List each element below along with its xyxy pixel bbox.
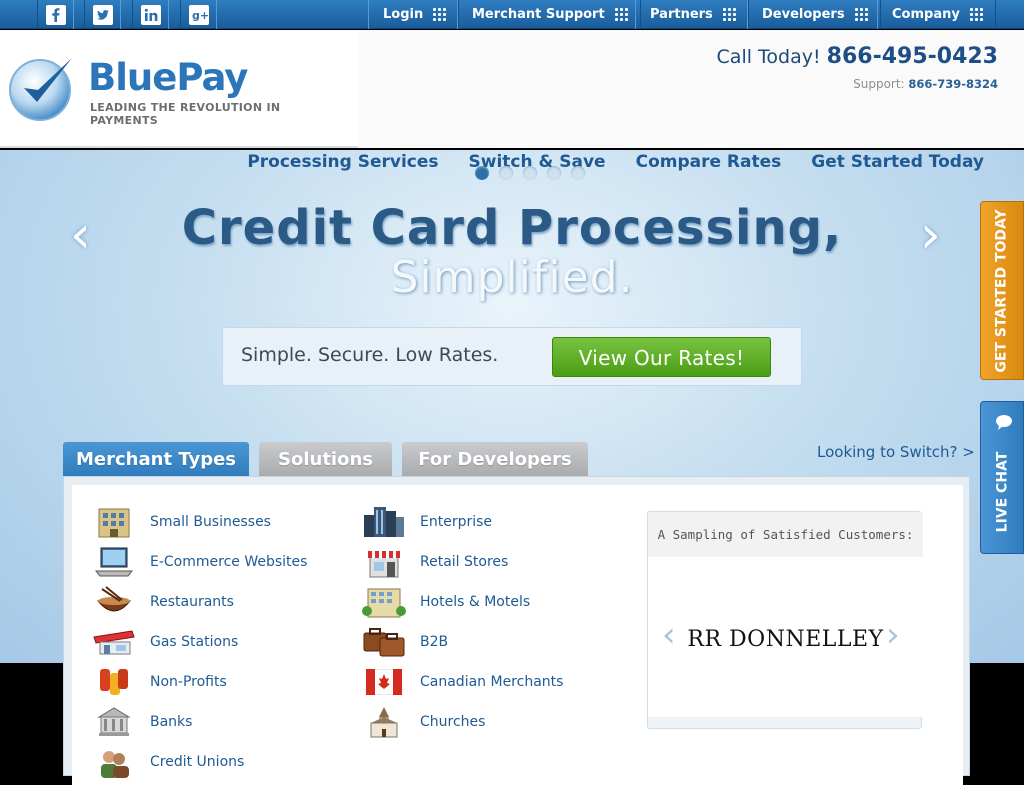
- call-label: Call Today!: [716, 46, 821, 68]
- customer-logo[interactable]: RR DONNELLEY: [648, 627, 923, 652]
- merchant-small-businesses[interactable]: Small Businesses: [92, 502, 271, 542]
- merchant-banks[interactable]: Banks: [92, 702, 192, 742]
- merchant-label: Banks: [150, 714, 193, 730]
- nav-company-label: Company: [892, 7, 960, 22]
- slider-dot[interactable]: [571, 166, 585, 180]
- merchant-churches[interactable]: Churches: [362, 702, 485, 742]
- call-number[interactable]: 866-495-0423: [827, 44, 998, 69]
- hotel-icon: [362, 584, 406, 620]
- hero-title: Credit Card Processing,: [181, 200, 843, 256]
- call-today: Call Today! 866-495-0423: [717, 44, 998, 69]
- nav-merchant-support-label: Merchant Support: [472, 7, 605, 22]
- get-started-side-label: GET STARTED TODAY: [994, 208, 1011, 373]
- skyscraper-icon: [362, 504, 406, 540]
- grid-dots-icon: [722, 8, 736, 21]
- linkedin-icon[interactable]: [132, 0, 169, 29]
- hero-nav-processing[interactable]: Processing Services: [247, 152, 438, 172]
- slider-dots: [475, 166, 585, 180]
- live-chat-side-label: LIVE CHAT: [994, 451, 1011, 532]
- church-icon: [362, 704, 406, 740]
- top-bar: g+ Login Merchant Support Partners Devel…: [0, 0, 1024, 29]
- merchant-label: Small Businesses: [150, 514, 271, 530]
- bluepay-logo[interactable]: BluePay LEADING THE REVOLUTION IN PAYMEN…: [8, 52, 338, 127]
- hero-nav-get-started[interactable]: Get Started Today: [811, 152, 984, 172]
- grid-dots-icon: [969, 8, 983, 21]
- merchant-enterprise[interactable]: Enterprise: [362, 502, 492, 542]
- customers-carousel: ‹ RR DONNELLEY ›: [648, 557, 923, 717]
- merchant-restaurants[interactable]: Restaurants: [92, 582, 234, 622]
- bowl-icon: [92, 584, 136, 620]
- nav-login-label: Login: [383, 7, 424, 22]
- support-label: Support:: [853, 77, 905, 91]
- carousel-next-icon[interactable]: ›: [886, 615, 900, 655]
- people-icon: [92, 744, 136, 780]
- briefcase-icon: [362, 624, 406, 660]
- merchant-non-profits[interactable]: Non-Profits: [92, 662, 227, 702]
- slider-dot[interactable]: [499, 166, 513, 180]
- slider-dot[interactable]: [475, 166, 489, 180]
- svg-text:g+: g+: [192, 9, 209, 22]
- slider-dot[interactable]: [547, 166, 561, 180]
- twitter-icon[interactable]: [84, 0, 121, 29]
- checkmark-logo-icon: [9, 58, 72, 121]
- support-phone: Support: 866-739-8324: [853, 77, 998, 91]
- hero-subtitle: Simplified.: [390, 252, 634, 303]
- brand-tagline: LEADING THE REVOLUTION IN PAYMENTS: [90, 101, 281, 127]
- merchant-b2b[interactable]: B2B: [362, 622, 448, 662]
- merchant-credit-unions[interactable]: Credit Unions: [92, 742, 244, 782]
- site-header: BluePay LEADING THE REVOLUTION IN PAYMEN…: [0, 30, 1024, 148]
- merchant-label: B2B: [420, 634, 449, 650]
- hands-icon: [92, 664, 136, 700]
- grid-dots-icon: [614, 8, 628, 21]
- merchant-label: Gas Stations: [150, 634, 239, 650]
- facebook-icon[interactable]: [37, 0, 74, 29]
- merchant-label: Enterprise: [420, 514, 493, 530]
- merchant-label: Non-Profits: [150, 674, 227, 690]
- merchant-retail[interactable]: Retail Stores: [362, 542, 508, 582]
- support-number[interactable]: 866-739-8324: [908, 77, 998, 91]
- merchant-gas-stations[interactable]: Gas Stations: [92, 622, 238, 662]
- view-rates-button[interactable]: View Our Rates!: [552, 337, 771, 377]
- grid-dots-icon: [854, 8, 868, 21]
- chat-bubble-icon: [996, 415, 1012, 430]
- nav-developers-label: Developers: [762, 7, 845, 22]
- nav-login[interactable]: Login: [368, 0, 460, 29]
- cta-box: Simple. Secure. Low Rates. View Our Rate…: [222, 327, 802, 386]
- laptop-icon: [92, 544, 136, 580]
- merchant-hotels[interactable]: Hotels & Motels: [362, 582, 530, 622]
- nav-partners[interactable]: Partners: [635, 0, 749, 29]
- tab-merchant-types[interactable]: Merchant Types: [63, 442, 249, 477]
- canada-flag-icon: [362, 664, 406, 700]
- nav-merchant-support[interactable]: Merchant Support: [457, 0, 641, 29]
- merchant-label: Restaurants: [150, 594, 234, 610]
- nav-company[interactable]: Company: [877, 0, 996, 29]
- slider-dot[interactable]: [523, 166, 537, 180]
- merchant-label: Churches: [420, 714, 486, 730]
- customers-box: A Sampling of Satisfied Customers: ‹ RR …: [647, 511, 923, 729]
- get-started-side-tab[interactable]: GET STARTED TODAY: [980, 201, 1024, 380]
- hero-nav: Processing Services Switch & Save Compar…: [247, 152, 984, 172]
- merchant-label: E-Commerce Websites: [150, 554, 308, 570]
- customers-title: A Sampling of Satisfied Customers:: [648, 512, 923, 557]
- googleplus-icon[interactable]: g+: [180, 0, 217, 29]
- merchant-canadian[interactable]: Canadian Merchants: [362, 662, 563, 702]
- merchant-label: Hotels & Motels: [420, 594, 531, 610]
- live-chat-side-tab[interactable]: LIVE CHAT: [980, 401, 1024, 554]
- tab-solutions[interactable]: Solutions: [259, 442, 392, 477]
- looking-to-switch-link[interactable]: Looking to Switch? >: [817, 443, 975, 461]
- building-icon: [92, 504, 136, 540]
- store-icon: [362, 544, 406, 580]
- nav-developers[interactable]: Developers: [747, 0, 881, 29]
- nav-partners-label: Partners: [650, 7, 713, 22]
- merchant-ecommerce[interactable]: E-Commerce Websites: [92, 542, 307, 582]
- tab-for-developers[interactable]: For Developers: [402, 442, 588, 477]
- merchant-label: Retail Stores: [420, 554, 509, 570]
- hero-nav-compare[interactable]: Compare Rates: [636, 152, 782, 172]
- bank-icon: [92, 704, 136, 740]
- brand-name: BluePay: [88, 56, 248, 99]
- merchant-label: Canadian Merchants: [420, 674, 564, 690]
- gas-station-icon: [92, 624, 136, 660]
- cta-text: Simple. Secure. Low Rates.: [241, 344, 499, 366]
- grid-dots-icon: [433, 8, 447, 21]
